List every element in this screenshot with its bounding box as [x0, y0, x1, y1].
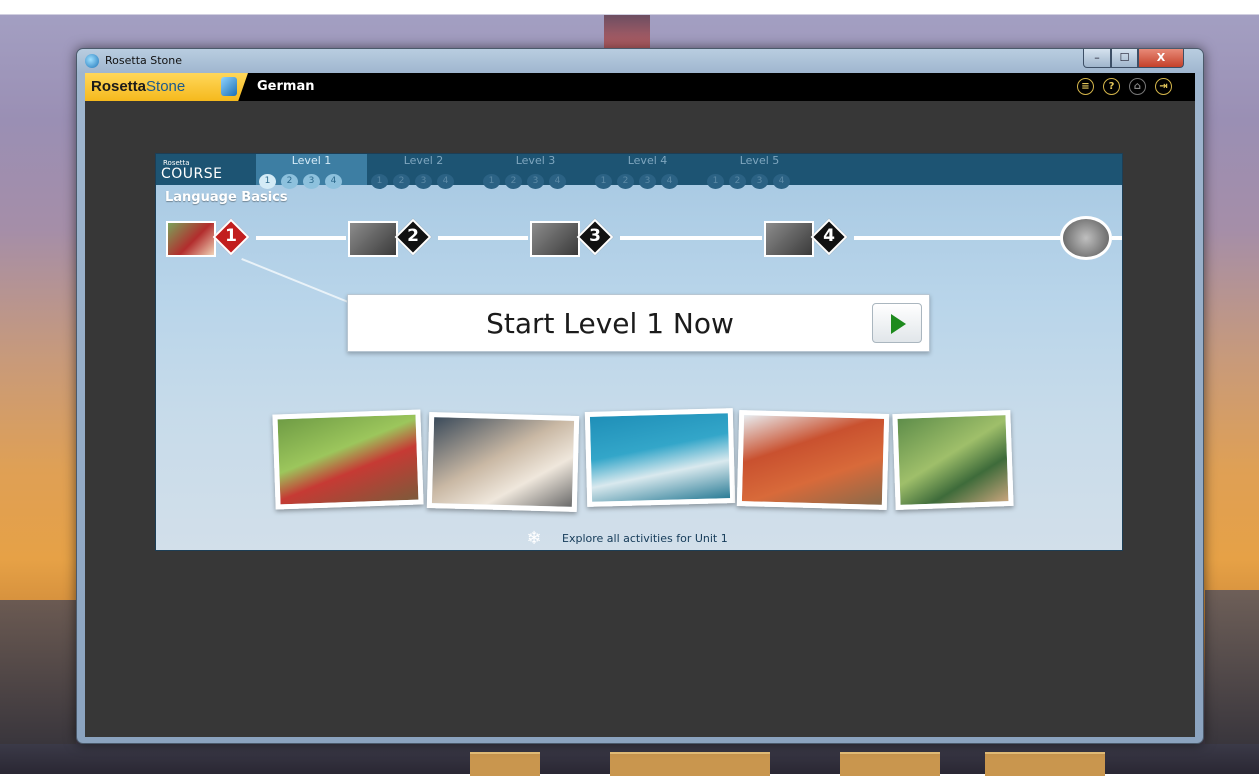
- level-unit-dot[interactable]: 4: [325, 174, 342, 189]
- start-level-button[interactable]: Start Level 1 Now: [347, 294, 930, 352]
- course-language: German: [257, 79, 315, 94]
- level-unit-dot[interactable]: 1: [707, 174, 724, 189]
- desktop-flag-decoration: [604, 15, 650, 49]
- level-unit-dot[interactable]: 4: [773, 174, 790, 189]
- level-unit-dot[interactable]: 1: [595, 174, 612, 189]
- level-unit-dot[interactable]: 2: [281, 174, 298, 189]
- level-unit-dot[interactable]: 3: [751, 174, 768, 189]
- level-label: Level 1: [291, 154, 332, 167]
- chain-link: [854, 236, 1060, 240]
- rosetta-stone-app-icon: [85, 54, 99, 68]
- rosetta-stone-logo: RosettaStone: [85, 73, 248, 101]
- app-header-bar: RosettaStone German ≡ ? ⌂ ⇥: [85, 73, 1195, 101]
- desktop-building: [470, 752, 540, 776]
- window-titlebar[interactable]: Rosetta Stone – ☐ X: [77, 49, 1203, 73]
- level-label: Level 3: [515, 154, 556, 167]
- minimize-button[interactable]: –: [1083, 49, 1111, 68]
- desktop-building: [610, 752, 770, 776]
- explore-activities-label: Explore all activities for Unit 1: [562, 532, 728, 545]
- course-brand: COURSE: [161, 166, 223, 182]
- window-title: Rosetta Stone: [105, 54, 183, 67]
- level-unit-dot[interactable]: 1: [483, 174, 500, 189]
- level-unit-dot[interactable]: 1: [259, 174, 276, 189]
- app-window: Rosetta Stone – ☐ X RosettaStone German …: [76, 48, 1204, 744]
- level-tab-3[interactable]: Level 3 1234: [480, 154, 591, 189]
- level-unit-dot[interactable]: 2: [729, 174, 746, 189]
- level-label: Level 5: [739, 154, 780, 167]
- play-button[interactable]: [872, 303, 922, 343]
- chain-link: [1112, 236, 1122, 240]
- level-review-milestone[interactable]: [1060, 216, 1112, 260]
- maximize-button[interactable]: ☐: [1111, 49, 1138, 68]
- desktop-building: [840, 752, 940, 776]
- level-unit-dot[interactable]: 2: [393, 174, 410, 189]
- course-level-bar: Rosetta COURSE Level 1 1234 Level 2 1234…: [156, 154, 1122, 189]
- chain-link: [256, 236, 346, 240]
- level-unit-dot[interactable]: 4: [437, 174, 454, 189]
- app-client-area: RosettaStone German ≡ ? ⌂ ⇥ Rosetta COUR…: [85, 73, 1195, 737]
- activity-photo-5[interactable]: [892, 409, 1014, 511]
- unit-3-number: 3: [589, 226, 601, 246]
- activity-photo-2[interactable]: [426, 412, 580, 512]
- section-title: Language Basics: [165, 190, 288, 205]
- level-label: Level 2: [403, 154, 444, 167]
- level-unit-dot[interactable]: 3: [639, 174, 656, 189]
- level-tab-2[interactable]: Level 2 1234: [368, 154, 479, 189]
- level-unit-dot[interactable]: 2: [505, 174, 522, 189]
- exit-icon[interactable]: ⇥: [1155, 78, 1172, 95]
- unit-chain: [156, 236, 1122, 240]
- logo-text-rosetta: Rosetta: [91, 78, 147, 95]
- snowflake-icon: ❄: [526, 528, 542, 549]
- logo-text-stone: Stone: [146, 78, 186, 95]
- list-icon[interactable]: ≡: [1077, 78, 1094, 95]
- activity-photo-1[interactable]: [272, 409, 424, 510]
- activity-photo-3[interactable]: [584, 408, 736, 507]
- course-panel: Rosetta COURSE Level 1 1234 Level 2 1234…: [155, 153, 1123, 551]
- activity-photo-4[interactable]: [736, 410, 890, 510]
- unit-1-thumbnail[interactable]: [166, 221, 216, 257]
- level-tab-5[interactable]: Level 5 1234: [704, 154, 815, 189]
- play-icon: [891, 314, 906, 334]
- level-unit-dot[interactable]: 4: [661, 174, 678, 189]
- desktop-background-left: [0, 600, 76, 760]
- start-level-label: Start Level 1 Now: [486, 307, 734, 340]
- unit-2-thumbnail[interactable]: [348, 221, 398, 257]
- chain-link: [620, 236, 762, 240]
- level-unit-dot[interactable]: 1: [371, 174, 388, 189]
- home-icon[interactable]: ⌂: [1129, 78, 1146, 95]
- level-tab-1[interactable]: Level 1 1234: [256, 154, 367, 189]
- desktop-building: [985, 752, 1105, 776]
- unit-3-thumbnail[interactable]: [530, 221, 580, 257]
- help-icon[interactable]: ?: [1103, 78, 1120, 95]
- level-label: Level 4: [627, 154, 668, 167]
- unit-2-number: 2: [407, 226, 419, 246]
- level-unit-dot[interactable]: 2: [617, 174, 634, 189]
- level-unit-dot[interactable]: 3: [527, 174, 544, 189]
- close-button[interactable]: X: [1138, 49, 1184, 68]
- level-tab-4[interactable]: Level 4 1234: [592, 154, 703, 189]
- level-unit-dot[interactable]: 3: [303, 174, 320, 189]
- unit-4-thumbnail[interactable]: [764, 221, 814, 257]
- unit-1-number: 1: [225, 226, 237, 246]
- rosetta-stone-mark-icon: [221, 77, 237, 96]
- level-unit-dot[interactable]: 4: [549, 174, 566, 189]
- chain-link: [438, 236, 528, 240]
- desktop-background-right: [1205, 590, 1259, 760]
- level-unit-dot[interactable]: 3: [415, 174, 432, 189]
- unit-4-number: 4: [823, 226, 835, 246]
